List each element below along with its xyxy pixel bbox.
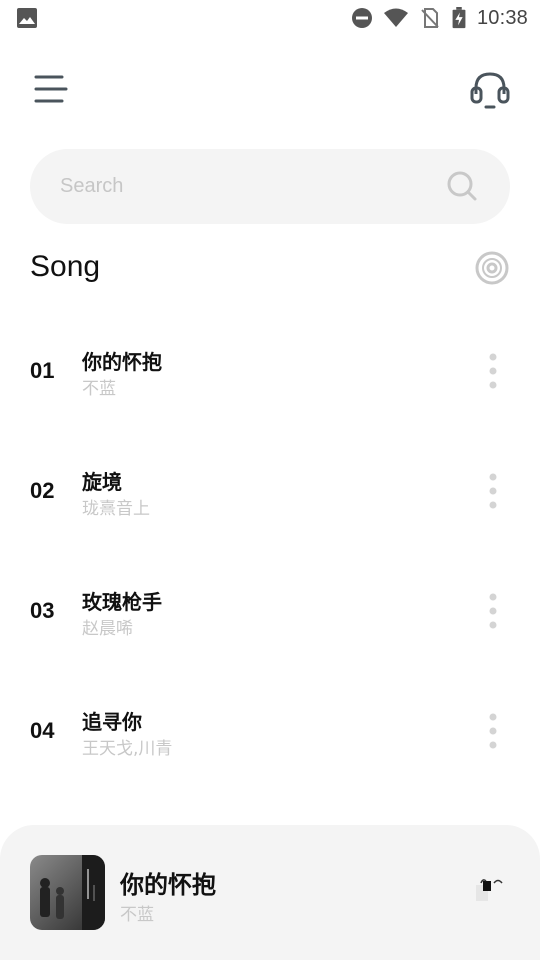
headphones-icon bbox=[470, 72, 510, 109]
song-title: 旋境 bbox=[82, 470, 122, 494]
album-cover[interactable] bbox=[30, 855, 105, 930]
song-row[interactable]: 02 旋境 珑熹音上 bbox=[0, 430, 540, 550]
hamburger-menu-icon bbox=[34, 75, 68, 103]
search-icon[interactable] bbox=[446, 170, 478, 202]
search-bar[interactable] bbox=[30, 149, 510, 224]
song-title: 玫瑰枪手 bbox=[82, 590, 162, 614]
menu-button[interactable] bbox=[32, 72, 70, 106]
wifi-icon bbox=[383, 8, 408, 27]
play-control-icon[interactable] bbox=[474, 877, 506, 905]
more-options-icon[interactable] bbox=[484, 352, 502, 390]
song-number: 03 bbox=[30, 598, 55, 623]
song-artist: 珑熹音上 bbox=[82, 499, 150, 519]
song-artist: 赵晨唏 bbox=[82, 619, 133, 639]
song-number: 02 bbox=[30, 478, 55, 503]
section-title: Song bbox=[30, 250, 101, 283]
more-options-icon[interactable] bbox=[484, 592, 502, 630]
more-options-icon[interactable] bbox=[484, 472, 502, 510]
disc-button[interactable] bbox=[474, 250, 510, 286]
now-playing-artist: 不蓝 bbox=[120, 905, 154, 925]
song-row[interactable]: 03 玫瑰枪手 赵晨唏 bbox=[0, 550, 540, 670]
song-title: 你的怀抱 bbox=[82, 350, 162, 374]
more-options-icon[interactable] bbox=[484, 712, 502, 750]
status-time: 10:38 bbox=[476, 6, 528, 29]
battery-charging-icon bbox=[452, 7, 466, 29]
song-row[interactable]: 04 追寻你 王天戈,川青 bbox=[0, 670, 540, 790]
song-list: 01 你的怀抱 不蓝 02 旋境 珑熹音上 03 玫瑰枪手 赵晨唏 04 追寻你… bbox=[0, 310, 540, 790]
search-input[interactable] bbox=[60, 149, 440, 224]
song-artist: 不蓝 bbox=[82, 379, 116, 399]
song-title: 追寻你 bbox=[82, 710, 142, 734]
album-cover-art bbox=[30, 855, 105, 930]
no-sim-icon bbox=[421, 8, 439, 28]
headphones-button[interactable] bbox=[468, 68, 512, 112]
song-artist: 王天戈,川青 bbox=[82, 739, 173, 759]
song-row[interactable]: 01 你的怀抱 不蓝 bbox=[0, 310, 540, 430]
gallery-icon bbox=[17, 8, 37, 28]
song-number: 04 bbox=[30, 718, 55, 743]
song-number: 01 bbox=[30, 358, 55, 383]
vinyl-disc-icon bbox=[475, 251, 509, 285]
now-playing-bar[interactable]: 你的怀抱 不蓝 bbox=[0, 825, 540, 960]
do-not-disturb-icon bbox=[351, 8, 372, 28]
now-playing-title: 你的怀抱 bbox=[120, 871, 216, 899]
status-bar: 10:38 bbox=[0, 0, 540, 36]
